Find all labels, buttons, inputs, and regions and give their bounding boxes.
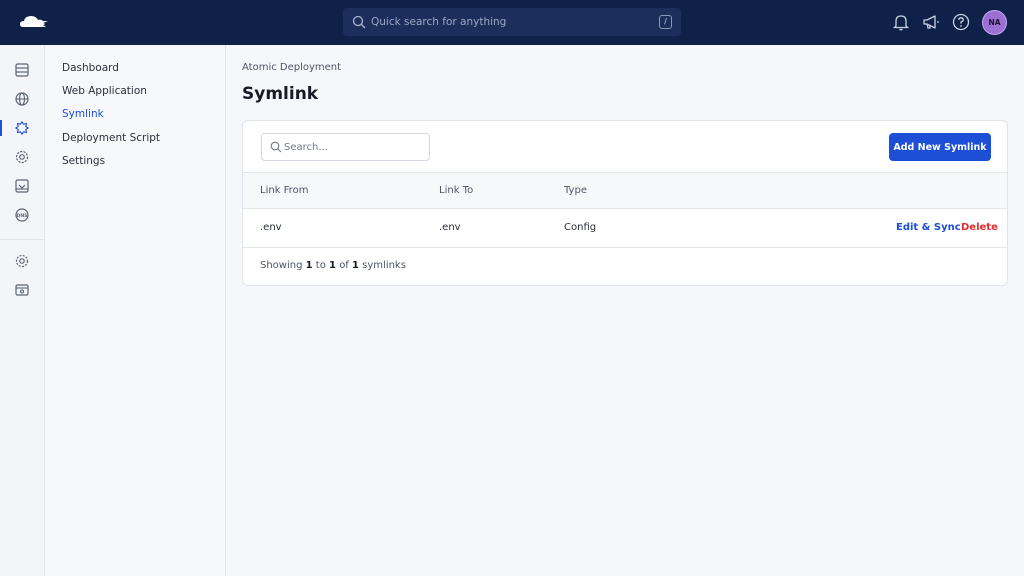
megaphone-icon[interactable] — [921, 12, 941, 32]
svg-text:DNS: DNS — [17, 213, 28, 219]
cell-type: Config — [564, 222, 597, 233]
showing-of-word: of — [339, 260, 349, 271]
rail-active-indicator — [0, 120, 2, 136]
table-search-input[interactable] — [284, 138, 424, 157]
showing-to-word: to — [315, 260, 326, 271]
subnav-item-deployment-script[interactable]: Deployment Script — [62, 132, 160, 144]
sub-navigation: Dashboard Web Application Symlink Deploy… — [45, 45, 226, 576]
column-header-link-from: Link From — [260, 185, 309, 196]
globe-icon[interactable] — [14, 91, 30, 107]
column-header-link-to: Link To — [439, 185, 474, 196]
cloud-logo-icon[interactable] — [19, 13, 49, 31]
table-search-box[interactable] — [261, 133, 430, 161]
gear-star-icon[interactable] — [14, 120, 30, 136]
cell-link-from: .env — [260, 222, 282, 233]
bell-icon[interactable] — [891, 12, 911, 32]
table-header: Link From Link To Type — [243, 172, 1007, 209]
page-title: Symlink — [242, 84, 319, 104]
dns-icon[interactable]: DNS — [14, 207, 30, 223]
cog-shield-icon[interactable] — [14, 149, 30, 165]
billing-icon[interactable] — [14, 282, 30, 298]
showing-from: 1 — [305, 260, 313, 271]
user-avatar[interactable]: NA — [982, 10, 1007, 35]
cell-link-to: .env — [439, 222, 461, 233]
icon-rail: DNS — [0, 45, 45, 576]
search-icon — [270, 141, 282, 153]
shortcut-key-badge: / — [659, 15, 672, 29]
subnav-item-dashboard[interactable]: Dashboard — [62, 62, 119, 74]
column-header-type: Type — [564, 185, 587, 196]
global-search-bar[interactable]: / — [343, 8, 681, 36]
pagination-summary: Showing 1 to 1 of 1 symlinks — [260, 260, 406, 271]
search-icon — [352, 15, 366, 29]
rail-divider — [0, 239, 44, 240]
top-bar: / NA — [0, 0, 1024, 45]
subnav-item-web-application[interactable]: Web Application — [62, 85, 147, 97]
help-icon[interactable] — [951, 12, 971, 32]
delete-link[interactable]: Delete — [961, 222, 998, 233]
subnav-item-symlink[interactable]: Symlink — [62, 108, 104, 120]
showing-to: 1 — [329, 260, 336, 271]
settings-icon[interactable] — [14, 253, 30, 269]
showing-total: 1 — [352, 260, 359, 271]
download-box-icon[interactable] — [14, 178, 30, 194]
global-search-input[interactable] — [371, 12, 641, 32]
table-row: .env .env Config Edit & Sync Delete — [243, 209, 1007, 248]
add-new-symlink-button[interactable]: Add New Symlink — [889, 133, 991, 161]
showing-prefix: Showing — [260, 260, 303, 271]
subnav-item-settings[interactable]: Settings — [62, 155, 105, 167]
breadcrumb[interactable]: Atomic Deployment — [242, 62, 341, 73]
server-icon[interactable] — [14, 62, 30, 78]
showing-suffix: symlinks — [362, 260, 406, 271]
symlink-table-card: Add New Symlink Link From Link To Type .… — [242, 120, 1008, 286]
edit-sync-link[interactable]: Edit & Sync — [896, 222, 961, 233]
